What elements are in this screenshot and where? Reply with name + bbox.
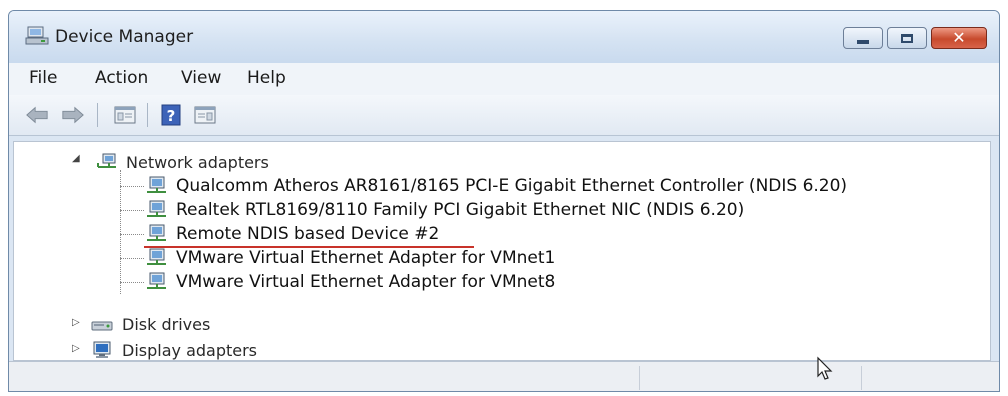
- window-title: Device Manager: [55, 27, 194, 47]
- help-button[interactable]: ?: [159, 103, 183, 127]
- toolbar: ?: [9, 95, 999, 136]
- toolbar-separator: [147, 103, 148, 127]
- minimize-button[interactable]: [843, 27, 883, 49]
- tree-item-label: VMware Virtual Ethernet Adapter for VMne…: [176, 272, 556, 292]
- tree-node-disk-drives[interactable]: Disk drives: [90, 312, 210, 336]
- tree-guide: [120, 186, 144, 187]
- back-button[interactable]: [25, 103, 49, 127]
- menu-view[interactable]: View: [179, 68, 223, 88]
- minimize-icon: [857, 40, 869, 44]
- device-tree[interactable]: ◢ Network adapters Qualcomm Atheros AR81…: [13, 141, 991, 361]
- forward-button[interactable]: [61, 103, 85, 127]
- network-adapter-icon: [147, 248, 166, 265]
- network-adapter-icon: [147, 224, 166, 241]
- maximize-icon: [901, 33, 913, 43]
- tree-item-label: Realtek RTL8169/8110 Family PCI Gigabit …: [176, 200, 745, 220]
- network-adapter-icon: [147, 176, 166, 193]
- tree-guide: [120, 234, 144, 235]
- tree-item-qualcomm-atheros[interactable]: Qualcomm Atheros AR8161/8165 PCI-E Gigab…: [144, 174, 847, 198]
- tree-item-label: Remote NDIS based Device #2: [176, 224, 440, 244]
- collapse-arrow-icon[interactable]: ◢: [72, 153, 80, 164]
- properties-icon: [114, 106, 136, 124]
- tree-item-label: VMware Virtual Ethernet Adapter for VMne…: [176, 248, 556, 268]
- close-icon: ✕: [952, 28, 966, 47]
- display-adapter-icon: [93, 341, 111, 358]
- menu-help[interactable]: Help: [245, 68, 288, 88]
- tree-item-remote-ndis[interactable]: Remote NDIS based Device #2: [144, 222, 439, 246]
- tree-guide: [120, 282, 144, 283]
- disk-drive-icon: [91, 321, 113, 331]
- tree-item-realtek[interactable]: Realtek RTL8169/8110 Family PCI Gigabit …: [144, 198, 744, 222]
- expand-arrow-icon[interactable]: ▷: [72, 343, 80, 354]
- tree-node-display-adapters[interactable]: Display adapters: [90, 338, 258, 360]
- tree-node-label: Display adapters: [122, 340, 258, 360]
- help-icon: ?: [161, 104, 181, 126]
- toolbar-separator: [97, 103, 98, 127]
- menu-bar: File Action View Help: [9, 63, 999, 96]
- tree-item-label: Qualcomm Atheros AR8161/8165 PCI-E Gigab…: [176, 176, 848, 196]
- forward-arrow-icon: [62, 106, 84, 124]
- tree-guide: [120, 210, 144, 211]
- close-button[interactable]: ✕: [931, 27, 987, 49]
- tree-item-vmware-vmnet1[interactable]: VMware Virtual Ethernet Adapter for VMne…: [144, 246, 555, 270]
- menu-action[interactable]: Action: [93, 68, 150, 88]
- tree-guide: [120, 170, 121, 294]
- device-manager-window: Device Manager ✕ File Action View Help ?…: [8, 10, 1000, 392]
- maximize-button[interactable]: [887, 27, 927, 49]
- tree-node-network-adapters[interactable]: Network adapters: [94, 150, 269, 174]
- expand-arrow-icon[interactable]: ▷: [72, 317, 80, 328]
- mouse-cursor-icon: [817, 356, 833, 380]
- menu-file[interactable]: File: [27, 68, 59, 88]
- network-adapter-icon: [147, 200, 166, 217]
- status-bar: [9, 361, 999, 391]
- svg-text:?: ?: [167, 107, 176, 125]
- network-adapter-icon: [97, 153, 116, 168]
- tree-item-vmware-vmnet8[interactable]: VMware Virtual Ethernet Adapter for VMne…: [144, 270, 555, 294]
- tree-node-label: Network adapters: [126, 152, 269, 172]
- scan-hardware-button[interactable]: [193, 103, 217, 127]
- back-arrow-icon: [26, 106, 48, 124]
- scan-hardware-icon: [194, 106, 216, 124]
- tree-node-label: Disk drives: [122, 314, 211, 334]
- title-bar[interactable]: Device Manager ✕: [9, 11, 999, 63]
- device-manager-icon: [25, 26, 49, 45]
- network-adapter-icon: [147, 272, 166, 289]
- tree-guide: [120, 258, 144, 259]
- status-bar-divider: [861, 366, 862, 390]
- properties-button[interactable]: [113, 103, 137, 127]
- status-bar-divider: [639, 366, 640, 390]
